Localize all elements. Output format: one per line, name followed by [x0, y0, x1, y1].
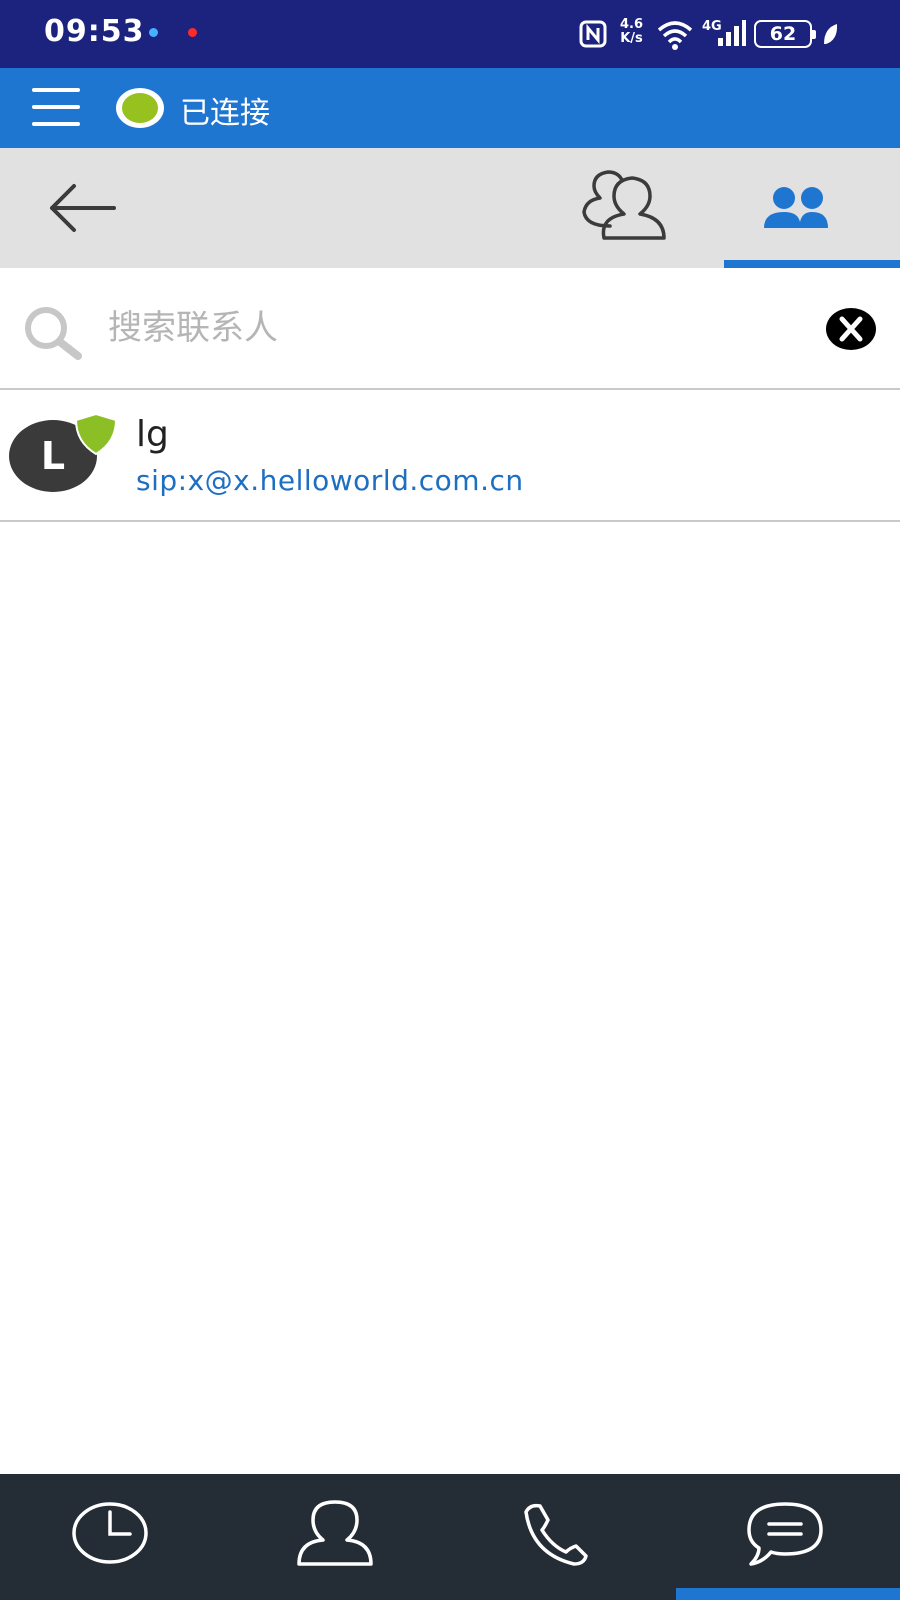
- contact-icon: [297, 1500, 373, 1566]
- nfc-icon: [579, 20, 607, 48]
- notification-dot-icon: [149, 28, 158, 37]
- clock-icon: [72, 1502, 148, 1564]
- status-bar: 09:53 4.6 K/s 4G 62: [0, 0, 900, 68]
- contacts-toolbar: [0, 148, 900, 268]
- selected-tab-indicator: [724, 260, 900, 268]
- tab-contacts[interactable]: [560, 148, 710, 268]
- wifi-icon: [657, 21, 693, 50]
- app-bar: 已连接: [0, 68, 900, 148]
- chat-icon: [747, 1502, 823, 1566]
- search-bar: [0, 268, 900, 390]
- leaf-icon: [824, 24, 838, 44]
- cellular-signal-icon: 4G: [702, 19, 746, 46]
- clear-search-button[interactable]: [826, 308, 876, 350]
- svg-text:4G: 4G: [702, 19, 722, 34]
- network-speed-value: 4.6: [620, 17, 644, 32]
- recording-dot-icon: [188, 28, 197, 37]
- search-icon: [25, 307, 82, 360]
- nav-chat[interactable]: [675, 1474, 900, 1592]
- menu-icon[interactable]: [32, 86, 82, 130]
- nav-contacts[interactable]: [225, 1474, 450, 1592]
- contact-sip-address: sip:x@x.helloworld.com.cn: [136, 464, 524, 497]
- tab-groups[interactable]: [724, 148, 900, 268]
- nav-dialer[interactable]: [450, 1474, 675, 1592]
- bottom-navigation: [0, 1474, 900, 1600]
- network-speed: 4.6 K/s: [620, 18, 643, 58]
- selected-nav-indicator: [676, 1588, 900, 1600]
- status-time: 09:53: [44, 14, 145, 49]
- shield-icon: [74, 412, 118, 456]
- list-item[interactable]: L lg sip:x@x.helloworld.com.cn: [0, 392, 900, 522]
- battery-tip: [812, 30, 816, 39]
- nav-recent[interactable]: [0, 1474, 225, 1592]
- network-speed-unit: K/s: [620, 31, 643, 46]
- back-arrow-icon[interactable]: [44, 176, 120, 240]
- contacts-outline-icon: [582, 170, 666, 240]
- search-input[interactable]: [108, 298, 788, 358]
- group-icon: [764, 187, 828, 228]
- contact-name: lg: [136, 414, 169, 455]
- close-icon: [839, 316, 863, 342]
- phone-icon: [524, 1503, 588, 1566]
- connection-status-icon: [116, 88, 164, 128]
- connection-status-text: 已连接: [180, 96, 270, 131]
- battery-indicator: 62: [754, 20, 812, 48]
